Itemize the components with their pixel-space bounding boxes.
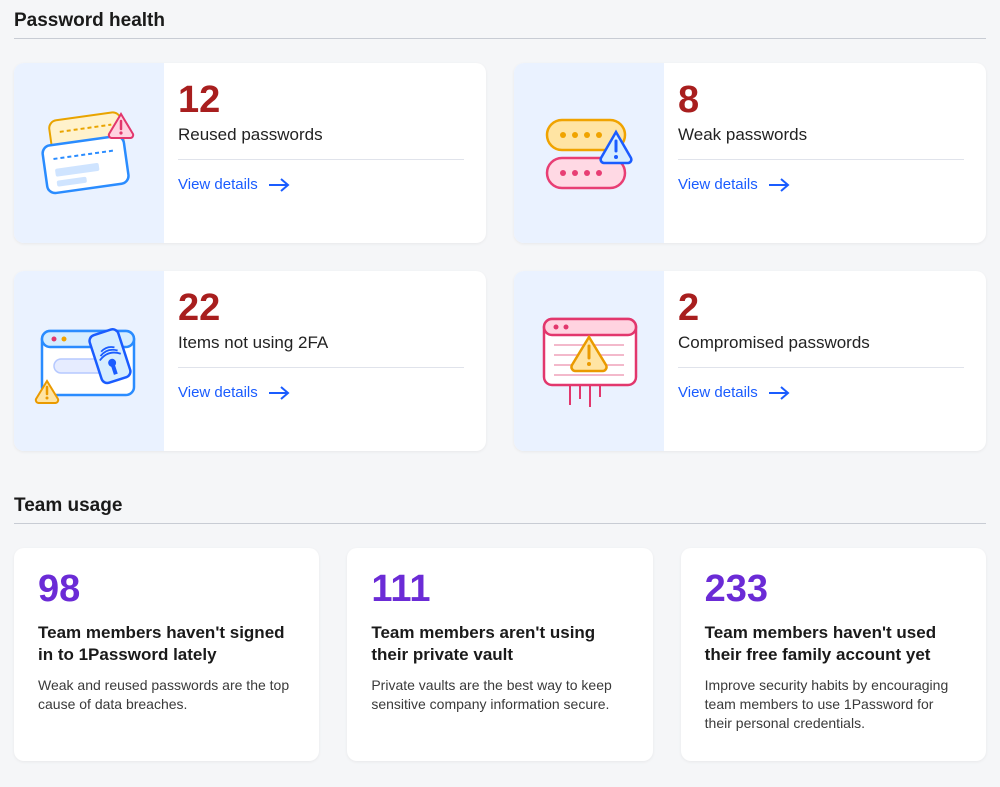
view-details-label: View details xyxy=(178,384,258,401)
view-details-link[interactable]: View details xyxy=(678,176,964,193)
card-label: Items not using 2FA xyxy=(178,333,464,368)
usage-title: Team members haven't signed in to 1Passw… xyxy=(38,622,295,666)
arrow-right-icon xyxy=(268,386,290,400)
compromised-icon xyxy=(514,271,664,451)
usage-count: 233 xyxy=(705,570,962,608)
view-details-label: View details xyxy=(678,176,758,193)
card-count: 12 xyxy=(178,81,464,119)
card-compromised-passwords: 2 Compromised passwords View details xyxy=(514,271,986,451)
card-label: Compromised passwords xyxy=(678,333,964,368)
section-divider xyxy=(14,38,986,39)
card-reused-passwords: 12 Reused passwords View details xyxy=(14,63,486,243)
section-divider xyxy=(14,523,986,524)
card-label: Reused passwords xyxy=(178,125,464,160)
usage-count: 98 xyxy=(38,570,295,608)
reused-passwords-icon xyxy=(14,63,164,243)
view-details-label: View details xyxy=(678,384,758,401)
card-weak-passwords: 8 Weak passwords View details xyxy=(514,63,986,243)
usage-count: 111 xyxy=(371,570,628,608)
weak-passwords-icon xyxy=(514,63,664,243)
card-count: 8 xyxy=(678,81,964,119)
card-family-account: 233 Team members haven't used their free… xyxy=(681,548,986,761)
usage-description: Weak and reused passwords are the top ca… xyxy=(38,676,295,714)
card-count: 22 xyxy=(178,289,464,327)
team-usage-grid: 98 Team members haven't signed in to 1Pa… xyxy=(14,548,986,761)
usage-description: Improve security habits by encouraging t… xyxy=(705,676,962,733)
password-health-grid: 12 Reused passwords View details xyxy=(14,63,986,451)
view-details-link[interactable]: View details xyxy=(178,176,464,193)
arrow-right-icon xyxy=(768,178,790,192)
view-details-link[interactable]: View details xyxy=(678,384,964,401)
card-count: 2 xyxy=(678,289,964,327)
card-private-vault: 111 Team members aren't using their priv… xyxy=(347,548,652,761)
card-label: Weak passwords xyxy=(678,125,964,160)
arrow-right-icon xyxy=(268,178,290,192)
view-details-label: View details xyxy=(178,176,258,193)
card-inactive-signin: 98 Team members haven't signed in to 1Pa… xyxy=(14,548,319,761)
section-title-team-usage: Team usage xyxy=(14,495,986,517)
card-not-using-2fa: 22 Items not using 2FA View details xyxy=(14,271,486,451)
view-details-link[interactable]: View details xyxy=(178,384,464,401)
two-factor-icon xyxy=(14,271,164,451)
section-title-password-health: Password health xyxy=(14,10,986,32)
arrow-right-icon xyxy=(768,386,790,400)
usage-description: Private vaults are the best way to keep … xyxy=(371,676,628,714)
usage-title: Team members haven't used their free fam… xyxy=(705,622,962,666)
usage-title: Team members aren't using their private … xyxy=(371,622,628,666)
